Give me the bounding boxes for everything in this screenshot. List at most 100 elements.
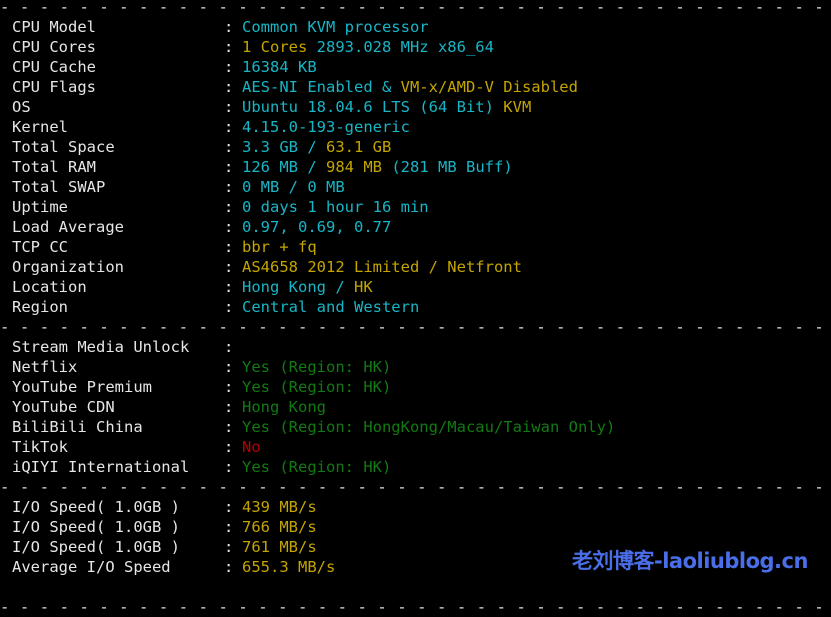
row-value: 4.15.0-193-generic — [242, 118, 410, 136]
row-value: Ubuntu 18.04.6 LTS (64 Bit) — [242, 98, 504, 116]
row-value: Hong Kong / — [242, 278, 354, 296]
row-label: CPU Cache — [12, 58, 96, 76]
row-label: Location — [12, 278, 87, 296]
system-info-row: Total RAM:126 MB / 984 MB (281 MB Buff) — [12, 157, 513, 177]
row-colon: : — [224, 298, 234, 316]
row-label: iQIYI International — [12, 458, 190, 476]
stream-media-row: YouTube Premium: Yes (Region: HK) — [12, 377, 391, 397]
row-value: Yes (Region: HK) — [242, 378, 392, 396]
row-value: No — [242, 438, 261, 456]
row-colon: : — [224, 118, 234, 136]
stream-media-row: TikTok: No — [12, 437, 261, 457]
row-colon: : — [224, 338, 234, 356]
row-value: (281 MB Buff) — [382, 158, 513, 176]
row-label: Region — [12, 298, 68, 316]
row-value: 2893.028 MHz x86_64 — [316, 38, 494, 56]
watermark: 老刘博客-laoliublog.cn — [572, 549, 808, 573]
row-label: Average I/O Speed — [12, 558, 171, 576]
row-colon: : — [224, 38, 234, 56]
system-info-row: Uptime:0 days 1 hour 16 min — [12, 197, 429, 217]
row-value: 0 days 1 hour 16 min — [242, 198, 429, 216]
row-colon: : — [224, 178, 234, 196]
stream-media-row: YouTube CDN: Hong Kong — [12, 397, 326, 417]
row-colon: : — [224, 258, 234, 276]
row-label: Load Average — [12, 218, 124, 236]
io-speed-row: I/O Speed( 1.0GB ):761 MB/s — [12, 537, 317, 557]
row-value: 126 MB / — [242, 158, 326, 176]
row-label: Total RAM — [12, 158, 96, 176]
row-colon: : — [224, 158, 234, 176]
separator-line: - - - - - - - - - - - - - - - - - - - - … — [0, 0, 825, 16]
io-speed-row: I/O Speed( 1.0GB ):766 MB/s — [12, 517, 317, 537]
row-label: CPU Model — [12, 18, 96, 36]
row-colon: : — [224, 518, 234, 536]
row-value: 984 MB — [326, 158, 382, 176]
row-colon: : — [224, 558, 234, 576]
row-colon: : — [224, 358, 234, 376]
io-speed-row: Average I/O Speed:655.3 MB/s — [12, 557, 335, 577]
row-value: 16384 KB — [242, 58, 317, 76]
row-colon: : — [224, 58, 234, 76]
system-info-row: CPU Flags: AES-NI Enabled & VM-x/AMD-V Di… — [12, 77, 578, 97]
system-info-row: Load Average:0.97, 0.69, 0.77 — [12, 217, 391, 237]
row-colon: : — [224, 458, 234, 476]
row-value: 761 MB/s — [242, 538, 317, 556]
system-info-row: Organization: AS4658 2012 Limited / Netfr… — [12, 257, 522, 277]
row-colon: : — [224, 378, 234, 396]
system-info-row: CPU Cache:16384 KB — [12, 57, 317, 77]
row-value: 63.1 GB — [326, 138, 392, 156]
row-value: Common KVM processor — [242, 18, 429, 36]
row-value: KVM — [503, 98, 532, 116]
row-label: I/O Speed( 1.0GB ) — [12, 498, 180, 516]
row-colon: : — [224, 98, 234, 116]
row-label: Total SWAP — [12, 178, 106, 196]
row-label: Organization — [12, 258, 124, 276]
stream-media-row: iQIYI International: Yes (Region: HK) — [12, 457, 391, 477]
row-label: Total Space — [12, 138, 115, 156]
row-value: bbr + fq — [242, 238, 317, 256]
row-value: HK — [353, 278, 373, 296]
row-value: 766 MB/s — [242, 518, 317, 536]
row-label: YouTube Premium — [12, 378, 152, 396]
row-value: 0 MB / 0 MB — [242, 178, 345, 196]
row-colon: : — [224, 278, 234, 296]
system-info-row: Location: Hong Kong / HK — [12, 277, 373, 297]
stream-media-row: Stream Media Unlock: — [12, 337, 242, 357]
row-colon: : — [224, 78, 234, 96]
row-value: Yes (Region: HK) — [242, 358, 392, 376]
row-label: TCP CC — [12, 238, 68, 256]
system-info-row: Total SWAP:0 MB / 0 MB — [12, 177, 345, 197]
row-value: 439 MB/s — [242, 498, 317, 516]
separator-line: - - - - - - - - - - - - - - - - - - - - … — [0, 318, 825, 336]
row-value: Yes (Region: HK) — [242, 458, 392, 476]
row-colon: : — [224, 238, 234, 256]
row-label: Netflix — [12, 358, 78, 376]
row-colon: : — [224, 438, 234, 456]
row-value: Central and Western — [242, 298, 420, 316]
row-label: CPU Flags — [12, 78, 96, 96]
row-label: OS — [12, 98, 31, 116]
row-value: Yes (Region: HongKong/Macau/Taiwan Only) — [242, 418, 616, 436]
row-value: 0.97, 0.69, 0.77 — [242, 218, 392, 236]
system-info-row: TCP CC: bbr + fq — [12, 237, 317, 257]
row-label: CPU Cores — [12, 38, 96, 56]
row-value: AES-NI Enabled & — [242, 78, 401, 96]
system-info-row: Region: Central and Western — [12, 297, 419, 317]
separator-line: - - - - - - - - - - - - - - - - - - - - … — [0, 598, 825, 616]
system-info-row: Kernel:4.15.0-193-generic — [12, 117, 410, 137]
row-value: AS4658 2012 Limited / Netfront — [242, 258, 522, 276]
separator-line: - - - - - - - - - - - - - - - - - - - - … — [0, 478, 825, 496]
row-value: 655.3 MB/s — [242, 558, 336, 576]
row-label: TikTok — [12, 438, 68, 456]
system-info-row: OS: Ubuntu 18.04.6 LTS (64 Bit) KVM — [12, 97, 531, 117]
row-label: Kernel — [12, 118, 68, 136]
row-colon: : — [224, 138, 234, 156]
stream-media-row: Netflix: Yes (Region: HK) — [12, 357, 391, 377]
stream-media-row: BiliBili China: Yes (Region: HongKong/Mac… — [12, 417, 615, 437]
row-label: Stream Media Unlock — [12, 338, 190, 356]
system-info-row: CPU Cores:1 Cores 2893.028 MHz x86_64 — [12, 37, 494, 57]
system-info-row: Total Space:3.3 GB / 63.1 GB — [12, 137, 391, 157]
io-speed-row: I/O Speed( 1.0GB ):439 MB/s — [12, 497, 317, 517]
row-colon: : — [224, 498, 234, 516]
row-label: I/O Speed( 1.0GB ) — [12, 518, 180, 536]
